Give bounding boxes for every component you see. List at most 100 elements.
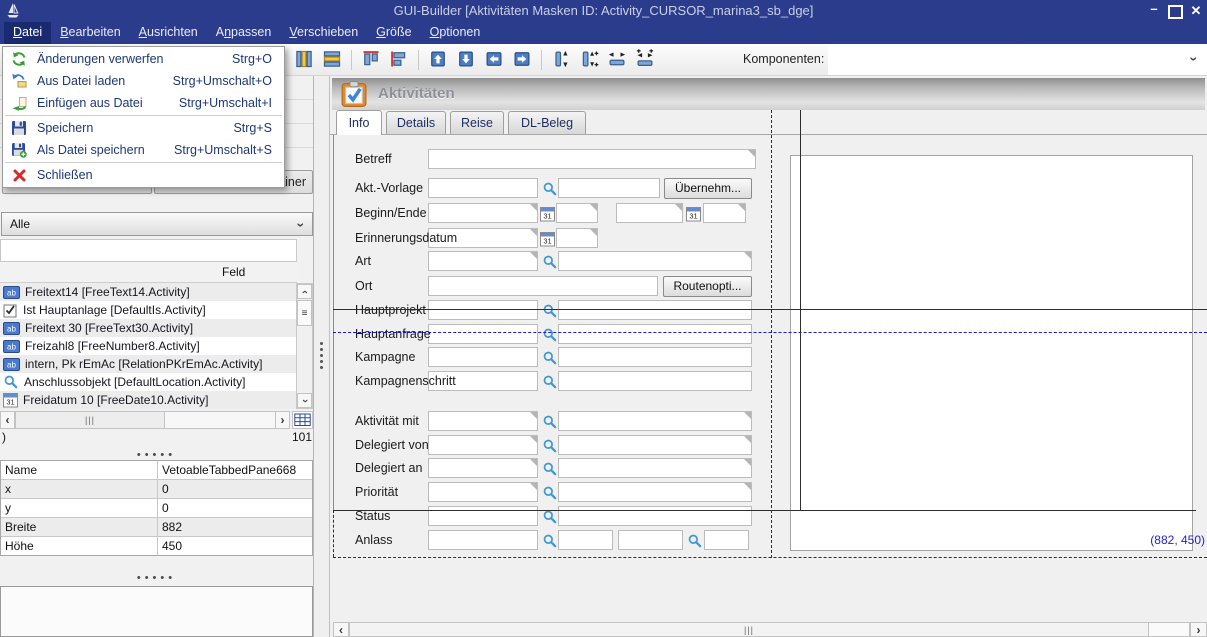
scrollbar-thumb[interactable]: ||| — [349, 622, 1149, 637]
grid-view-button[interactable] — [292, 411, 313, 429]
menu-item-aus-datei-laden[interactable]: Aus Datei ladenStrg+Umschalt+O — [3, 70, 284, 92]
list-column-header[interactable]: Feld — [0, 262, 297, 283]
betreff-field[interactable] — [428, 149, 756, 169]
field-list-item[interactable]: 31Freidatum 10 [FreeDate10.Activity] — [0, 391, 296, 409]
scrollbar-track[interactable] — [164, 411, 276, 429]
property-value[interactable]: 0 — [158, 482, 312, 496]
menu-anpassen[interactable]: Anpassen — [207, 22, 281, 44]
menu-item-einfügen-aus-datei[interactable]: Einfügen aus DateiStrg+Umschalt+I — [3, 92, 284, 114]
snap-left-button[interactable] — [387, 48, 411, 72]
horizontal-scrollbar[interactable]: ‹||| › — [0, 411, 313, 429]
tab-details[interactable]: Details — [386, 111, 446, 134]
minimize-button[interactable]: – — [1146, 1, 1162, 16]
akt-vorlage-field[interactable] — [558, 178, 660, 198]
field-list-item[interactable]: abFreitext14 [FreeText14.Activity] — [0, 283, 296, 301]
tab-info[interactable]: Info — [336, 110, 382, 135]
kampagnenschritt-field[interactable] — [558, 371, 752, 391]
akt-vorlage-key-field[interactable] — [428, 178, 538, 198]
scroll-right-button[interactable]: › — [1190, 622, 1207, 637]
grow-height-button[interactable] — [577, 48, 601, 72]
field-list-item[interactable]: Ist Hauptanlage [DefaultIs.Activity] — [0, 301, 296, 319]
scroll-left-button[interactable]: ‹ — [333, 622, 349, 637]
property-value[interactable]: 882 — [158, 520, 312, 534]
hauptanfrage-key-field[interactable] — [428, 324, 538, 344]
field-list-item[interactable]: Anschlussobjekt [DefaultLocation.Activit… — [0, 373, 296, 391]
delegiert-an-field[interactable] — [558, 458, 752, 478]
status-key-field[interactable] — [428, 506, 538, 526]
scroll-up-button[interactable]: › — [297, 284, 312, 299]
hauptprojekt-field[interactable] — [558, 300, 752, 320]
grow-width-button[interactable] — [633, 48, 657, 72]
hauptanfrage-field[interactable] — [558, 324, 752, 344]
menu-datei[interactable]: Datei — [4, 22, 51, 44]
menu-verschieben[interactable]: Verschieben — [280, 22, 367, 44]
anlass-field[interactable] — [558, 530, 613, 550]
beginn-ende-date-field-2[interactable] — [616, 203, 683, 223]
ort-field[interactable] — [428, 276, 658, 296]
field-list-item[interactable]: abFreizahl8 [FreeNumber8.Activity] — [0, 337, 296, 355]
scrollbar-thumb[interactable]: ≡ — [297, 300, 312, 326]
scrollbar-thumb[interactable]: ||| — [15, 411, 165, 429]
beginn-ende-time-field[interactable] — [556, 203, 598, 223]
maximize-button[interactable] — [1168, 5, 1183, 19]
scroll-right-button[interactable]: › — [275, 411, 290, 429]
anlass-key-field-2[interactable] — [618, 530, 683, 550]
property-value[interactable]: VetoableTabbedPane668 — [158, 463, 312, 477]
align-rows-button[interactable] — [320, 48, 344, 72]
scroll-left-button[interactable]: ‹ — [0, 411, 15, 429]
main-horizontal-scrollbar[interactable]: ‹||| › — [333, 622, 1207, 637]
kampagne-field[interactable] — [558, 347, 752, 367]
anlass-key-field[interactable] — [428, 530, 538, 550]
menu-ausrichten[interactable]: Ausrichten — [130, 22, 207, 44]
filter-combobox[interactable]: Alle › — [1, 212, 313, 236]
snap-top-button[interactable] — [359, 48, 383, 72]
status-field[interactable] — [558, 506, 752, 526]
menu-item-änderungen-verwerfen[interactable]: Änderungen verwerfenStrg+O — [3, 48, 284, 70]
routenoptimierung-button[interactable]: Routenopti... — [663, 276, 752, 297]
menu-bearbeiten[interactable]: Bearbeiten — [51, 22, 129, 44]
aktivität-mit-field[interactable] — [558, 411, 752, 431]
splitter-handle[interactable]: ••••• — [0, 572, 313, 584]
delegiert-von-field[interactable] — [558, 435, 752, 455]
scroll-down-button[interactable]: › — [297, 393, 312, 408]
move-right-button[interactable] — [510, 48, 534, 72]
anlass-field-2[interactable] — [704, 530, 749, 550]
menu-optionen[interactable]: Optionen — [421, 22, 490, 44]
menu-item-als-datei-speichern[interactable]: Als Datei speichernStrg+Umschalt+S — [3, 139, 284, 161]
tab-dl-beleg[interactable]: DL-Beleg — [508, 111, 586, 134]
art-key-field[interactable] — [428, 251, 538, 271]
move-top-button[interactable] — [426, 48, 450, 72]
art-field[interactable] — [558, 251, 752, 271]
move-bottom-button[interactable] — [454, 48, 478, 72]
menu-gr-e[interactable]: Größe — [367, 22, 420, 44]
delegiert-von-key-field[interactable] — [428, 435, 538, 455]
field-filter-input[interactable] — [0, 239, 297, 262]
tab-reise[interactable]: Reise — [450, 111, 504, 134]
priorität-key-field[interactable] — [428, 482, 538, 502]
priorität-field[interactable] — [558, 482, 752, 502]
komponenten-combobox[interactable]: › — [828, 45, 1207, 75]
kampagne-key-field[interactable] — [428, 347, 538, 367]
uebernehmen-button[interactable]: Übernehm... — [664, 178, 752, 199]
close-button[interactable]: ✕ — [1188, 3, 1204, 19]
delegiert-an-key-field[interactable] — [428, 458, 538, 478]
aktivität-mit-key-field[interactable] — [428, 411, 538, 431]
move-left-button[interactable] — [482, 48, 506, 72]
beginn-ende-time-field-2[interactable] — [703, 203, 746, 223]
splitter-grip[interactable] — [320, 342, 323, 369]
beginn-ende-date-field[interactable] — [428, 203, 538, 223]
field-list-item[interactable]: abFreitext 30 [FreeText30.Activity] — [0, 319, 296, 337]
field-list-item[interactable]: abintern, Pk rEmAc [RelationPKrEmAc.Acti… — [0, 355, 296, 373]
hauptprojekt-key-field[interactable] — [428, 300, 538, 320]
align-columns-button[interactable] — [292, 48, 316, 72]
erinnerungsdatum-time-field[interactable] — [556, 228, 598, 248]
fit-height-button[interactable] — [549, 48, 573, 72]
menu-item-schließen[interactable]: Schließen — [3, 164, 284, 186]
scrollbar-track[interactable] — [1148, 622, 1190, 637]
menu-item-speichern[interactable]: SpeichernStrg+S — [3, 117, 284, 139]
panel-splitter[interactable] — [314, 76, 330, 637]
vertical-scrollbar[interactable]: ›≡› — [296, 283, 313, 409]
property-value[interactable]: 450 — [158, 539, 312, 553]
property-value[interactable]: 0 — [158, 501, 312, 515]
design-canvas-panel[interactable] — [790, 155, 1193, 551]
